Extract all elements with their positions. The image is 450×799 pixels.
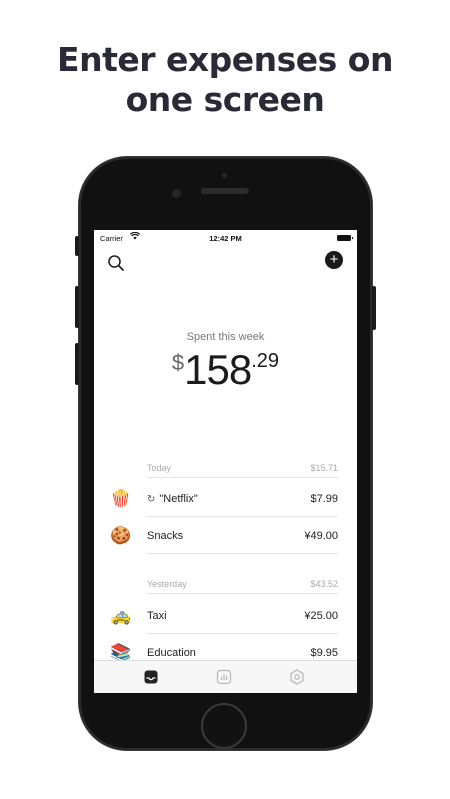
expense-amount: ¥25.00 [304,610,338,622]
popcorn-icon: 🍿 [110,489,132,508]
amount-whole: 158 [184,346,252,393]
expense-amount: $7.99 [310,493,338,505]
section-label: Yesterday [147,579,187,589]
expense-row[interactable]: 🍿 ↻ "Netflix" $7.99 [94,481,357,517]
bar-chart-icon [216,669,232,685]
settings-icon [290,669,304,685]
amount-decimal: .29 [251,350,280,372]
section-header-yesterday: Yesterday $43.52 [147,579,338,594]
expense-name-wrap: ↻ "Netflix" [147,493,198,505]
proximity-sensor [222,173,227,178]
row-divider [147,516,338,517]
status-bar: Carrier 12:42 PM [94,230,357,246]
inbox-icon [144,670,158,684]
tab-bar [94,660,357,693]
tab-stats[interactable] [216,669,232,685]
home-button[interactable] [201,703,247,749]
expense-row[interactable]: 🍪 Snacks ¥49.00 [94,518,357,554]
section-label: Today [147,463,172,473]
expense-name: "Netflix" [159,493,198,505]
taxi-icon: 🚕 [110,606,132,625]
section-header-today: Today $15.71 [147,463,338,478]
power-button [372,286,376,330]
currency-symbol: $ [171,350,185,375]
expense-name: Taxi [147,610,167,622]
weekly-total: $158.29 [94,346,357,394]
app-screen: Carrier 12:42 PM + Spent this week $158.… [94,230,357,693]
add-expense-button[interactable]: + [325,251,343,269]
expense-name: Snacks [147,530,184,542]
section-total: $43.52 [310,579,338,589]
plus-icon: + [329,251,339,268]
front-camera [172,189,181,198]
volume-up-button [75,286,79,328]
earpiece-speaker [201,188,249,194]
headline-line-2: one screen [125,80,325,119]
search-icon[interactable] [107,254,125,272]
tab-expenses[interactable] [143,669,159,685]
battery-icon [337,235,353,241]
spent-this-week-label: Spent this week [186,331,265,343]
expense-row[interactable]: 🚕 Taxi ¥25.00 [94,598,357,634]
mute-switch [75,236,79,256]
expense-amount: $9.95 [310,647,338,659]
status-time: 12:42 PM [209,234,242,243]
row-divider [147,633,338,634]
cookie-icon: 🍪 [110,526,132,545]
repeat-icon: ↻ [147,494,156,505]
volume-down-button [75,343,79,385]
expense-name: Education [147,647,196,659]
promo-headline: Enter expenses on one screen [0,40,450,120]
tab-settings[interactable] [289,669,305,685]
headline-line-1: Enter expenses on [57,40,393,79]
row-divider [147,553,338,554]
section-total: $15.71 [310,463,338,473]
expense-amount: ¥49.00 [304,530,338,542]
